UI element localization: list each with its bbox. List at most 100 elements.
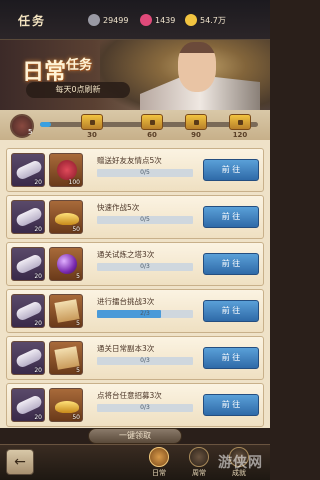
- task-name: 通关试炼之塔3次: [97, 250, 155, 259]
- refresh-note: 每天0点刷新: [26, 82, 130, 98]
- resource-sword-value: 29499: [103, 15, 129, 25]
- reward-item-2[interactable]: 5: [49, 294, 83, 328]
- resource-sword: 29499: [88, 14, 128, 26]
- task-progress-bar: 0/3: [97, 404, 193, 412]
- resource-gold: 54.7万: [185, 14, 226, 26]
- scroll-icon: [14, 159, 44, 181]
- scroll-icon: [14, 394, 44, 416]
- task-name: 点将台任意招募3次: [97, 391, 162, 400]
- reward-item-2[interactable]: 5: [49, 247, 83, 281]
- resource-diamond-value: 1439: [155, 15, 176, 25]
- daily-tab-icon: [149, 447, 169, 467]
- reward-chest-1[interactable]: 30: [78, 112, 106, 139]
- reward-chest-4[interactable]: 120: [226, 112, 254, 139]
- task-list: 20 100 赠送好友友情点5次 0/5 前 往 20 50 快速作战5次 0/…: [0, 140, 270, 428]
- top-bar: 任务 29499 1439 54.7万: [0, 0, 270, 40]
- page-title: 任务: [18, 14, 47, 28]
- scroll-icon: [14, 347, 44, 369]
- reward-item-scroll[interactable]: 20: [11, 153, 45, 187]
- task-progress-bar: 0/5: [97, 169, 193, 177]
- task-name: 通关日常副本3次: [97, 344, 155, 353]
- gold-ingot-icon: [55, 401, 79, 413]
- task-row: 20 100 赠送好友友情点5次 0/5 前 往: [6, 148, 264, 192]
- reward-chest-2[interactable]: 60: [138, 112, 166, 139]
- rose-icon: [57, 160, 77, 180]
- tab-label: 周常: [192, 469, 206, 477]
- task-row: 20 50 点将台任意招募3次 0/3 前 往: [6, 383, 264, 427]
- go-button[interactable]: 前 往: [203, 347, 259, 369]
- hero-portrait: [178, 42, 216, 92]
- task-name: 快速作战5次: [97, 203, 140, 212]
- tab-daily[interactable]: 日常: [142, 447, 176, 479]
- task-progress-bar: 2/3: [97, 310, 193, 318]
- reward-count: 5: [76, 367, 80, 374]
- chest-threshold: 60: [147, 131, 157, 139]
- reward-item-2[interactable]: 50: [49, 200, 83, 234]
- task-progress-text: 0/3: [140, 263, 150, 270]
- go-button[interactable]: 前 往: [203, 300, 259, 322]
- task-progress-text: 0/5: [140, 216, 150, 223]
- reward-item-scroll[interactable]: 20: [11, 247, 45, 281]
- task-name: 进行擂台挑战3次: [97, 297, 155, 306]
- claim-all-button[interactable]: 一键领取: [88, 428, 182, 444]
- reward-count: 100: [68, 179, 80, 186]
- reward-count: 20: [34, 320, 42, 327]
- activity-progress-fill: [40, 122, 51, 127]
- sword-currency-icon: [88, 14, 100, 26]
- reward-chest-3[interactable]: 90: [182, 112, 210, 139]
- task-name: 赠送好友友情点5次: [97, 156, 162, 165]
- task-row: 20 5 通关试炼之塔3次 0/3 前 往: [6, 242, 264, 286]
- reward-item-2[interactable]: 100: [49, 153, 83, 187]
- activity-progress-row: 5 30 60 90 120: [0, 110, 270, 140]
- go-button[interactable]: 前 往: [203, 159, 259, 181]
- resource-diamond: 1439: [140, 14, 175, 26]
- go-button[interactable]: 前 往: [203, 394, 259, 416]
- go-button[interactable]: 前 往: [203, 253, 259, 275]
- back-button[interactable]: ←: [6, 449, 34, 475]
- reward-count: 20: [34, 367, 42, 374]
- chest-icon: [141, 114, 163, 130]
- task-progress-text: 0/3: [140, 357, 150, 364]
- reward-item-scroll[interactable]: 20: [11, 294, 45, 328]
- task-progress-bar: 0/5: [97, 216, 193, 224]
- gold-ingot-icon: [55, 213, 79, 225]
- task-row: 20 50 快速作战5次 0/5 前 往: [6, 195, 264, 239]
- chest-threshold: 120: [232, 131, 248, 139]
- reward-count: 5: [76, 273, 80, 280]
- task-progress-bar: 0/3: [97, 357, 193, 365]
- reward-item-2[interactable]: 50: [49, 388, 83, 422]
- tab-label: 日常: [152, 469, 166, 477]
- orb-icon: [57, 254, 77, 274]
- activity-points-value: 5: [28, 128, 33, 136]
- diamond-icon: [140, 14, 152, 26]
- reward-count: 20: [34, 226, 42, 233]
- tab-weekly[interactable]: 周常: [182, 447, 216, 479]
- chest-threshold: 30: [87, 131, 97, 139]
- scroll-icon: [14, 253, 44, 275]
- reward-count: 5: [76, 320, 80, 327]
- reward-count: 50: [72, 226, 80, 233]
- scroll-icon: [14, 300, 44, 322]
- chest-icon: [229, 114, 251, 130]
- reward-item-scroll[interactable]: 20: [11, 341, 45, 375]
- chest-icon: [185, 114, 207, 130]
- reward-count: 20: [34, 273, 42, 280]
- reward-item-scroll[interactable]: 20: [11, 388, 45, 422]
- reward-count: 20: [34, 179, 42, 186]
- task-progress-text: 0/5: [140, 169, 150, 176]
- reward-item-2[interactable]: 5: [49, 341, 83, 375]
- task-progress-text: 0/3: [140, 404, 150, 411]
- chest-icon: [81, 114, 103, 130]
- reward-count: 50: [72, 414, 80, 421]
- daily-title-sub: 任务: [66, 58, 93, 73]
- go-button[interactable]: 前 往: [203, 206, 259, 228]
- scroll-icon: [14, 206, 44, 228]
- task-row: 20 5 通关日常副本3次 0/3 前 往: [6, 336, 264, 380]
- resource-gold-value: 54.7万: [200, 15, 226, 25]
- gold-coin-icon: [185, 14, 197, 26]
- reward-item-scroll[interactable]: 20: [11, 200, 45, 234]
- task-row: 20 5 进行擂台挑战3次 2/3 前 往: [6, 289, 264, 333]
- weekly-tab-icon: [189, 447, 209, 467]
- site-watermark: 游侠网: [218, 455, 263, 471]
- task-progress-bar: 0/3: [97, 263, 193, 271]
